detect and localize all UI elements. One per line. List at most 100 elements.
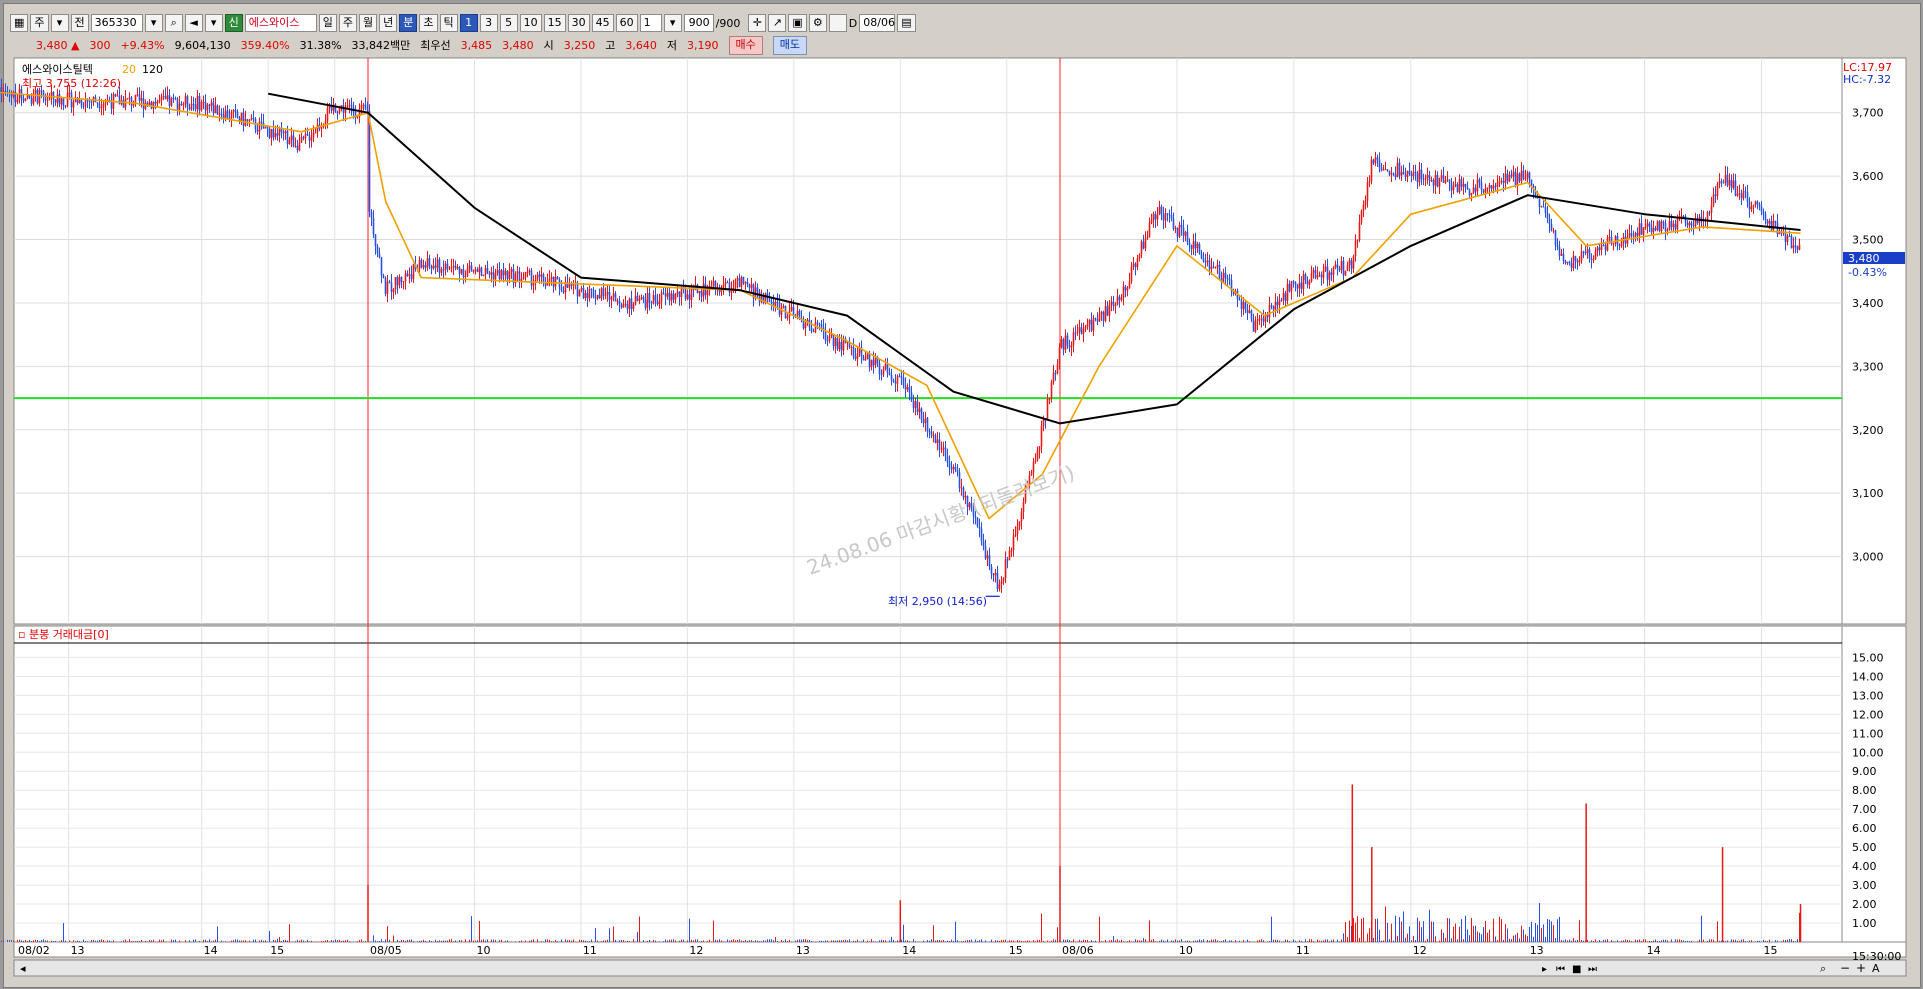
candle-body	[594, 297, 597, 299]
candle-body	[158, 100, 161, 102]
candle-body	[476, 269, 479, 273]
candle-body	[600, 288, 603, 299]
candle-body	[182, 104, 185, 106]
candle-body	[1728, 179, 1731, 186]
candle-body	[1120, 297, 1123, 301]
volume-tick-label: 2.00	[1852, 898, 1877, 911]
scrollbar[interactable]	[13, 959, 1907, 977]
candle-body	[1726, 174, 1729, 186]
candle-body	[1176, 227, 1179, 237]
candle-body	[1308, 281, 1311, 285]
candle-body	[1768, 221, 1771, 224]
candle-body	[1688, 222, 1691, 226]
zoom-in-icon[interactable]: +	[1856, 961, 1866, 975]
candle-body	[1484, 188, 1487, 193]
candle-body	[618, 300, 621, 304]
candle-body	[1790, 236, 1793, 249]
candle-body	[598, 294, 601, 299]
scroll-left-icon[interactable]: ◂	[20, 962, 26, 975]
candle-body	[1456, 184, 1459, 192]
candle-body	[988, 555, 991, 567]
candle-body	[1766, 220, 1769, 224]
candle-body	[1090, 319, 1093, 331]
candle-body	[686, 294, 689, 299]
candle-body	[1590, 258, 1593, 260]
candle-body	[1476, 179, 1479, 192]
candle-body	[948, 462, 951, 468]
forward-icon[interactable]: ⏭	[1588, 964, 1597, 975]
candle-body	[1346, 264, 1349, 271]
candle-body	[288, 140, 291, 145]
candle-body	[540, 274, 543, 277]
candle-body	[912, 400, 915, 408]
candle-body	[1364, 200, 1367, 205]
candle-body	[856, 353, 859, 359]
candle-body	[210, 102, 213, 106]
candle-body	[1692, 225, 1695, 227]
candle-body	[1250, 310, 1253, 320]
volume-tick-label: 4.00	[1852, 860, 1877, 873]
candle-body	[1514, 171, 1517, 187]
candle-body	[726, 282, 729, 284]
candle-body	[1302, 274, 1305, 289]
candle-body	[70, 92, 73, 108]
candle-body	[1444, 180, 1447, 183]
candle-body	[152, 101, 155, 109]
candle-body	[1646, 223, 1649, 227]
candle-body	[1794, 245, 1797, 247]
candle-body	[188, 107, 191, 110]
zoom-search-icon[interactable]: ⌕	[1820, 962, 1826, 975]
zoom-out-icon[interactable]: −	[1840, 961, 1850, 975]
candle-body	[1122, 286, 1125, 298]
chart-area[interactable]: ◂ ▸ ⏮ ■ ⏭ ⌕ − + A 3,700 3,600 3,500 3,400 3,…	[0, 0, 1923, 989]
auto-scale-icon[interactable]: A	[1872, 962, 1880, 975]
candle-body	[1520, 170, 1523, 182]
candle-body	[938, 439, 941, 450]
candle-body	[1588, 249, 1591, 259]
candle-body	[910, 392, 913, 401]
candle-body	[1524, 177, 1527, 179]
candle-body	[80, 99, 83, 106]
candle-body	[482, 274, 485, 276]
candle-body	[892, 379, 895, 382]
candle-body	[1620, 241, 1623, 246]
candle-body	[1748, 201, 1751, 210]
candle-body	[474, 269, 477, 271]
candle-body	[1360, 210, 1363, 223]
stop-icon[interactable]: ■	[1572, 964, 1581, 975]
scroll-right-icon[interactable]: ▸	[1542, 964, 1547, 975]
candle-body	[218, 113, 221, 115]
candle-body	[1376, 157, 1379, 160]
candle-body	[1296, 284, 1299, 289]
candle-body	[1466, 187, 1469, 190]
candle-body	[1004, 559, 1007, 579]
candle-body	[1258, 319, 1261, 321]
candle-body	[278, 128, 281, 136]
candle-body	[282, 132, 285, 134]
candle-body	[1676, 217, 1679, 230]
candle-body	[1654, 228, 1657, 231]
candle-body	[1142, 241, 1145, 249]
rewind-icon[interactable]: ⏮	[1556, 964, 1565, 975]
candle-body	[458, 267, 461, 274]
candle-body	[1718, 181, 1721, 185]
candle-body	[770, 301, 773, 303]
candle-body	[1152, 213, 1155, 221]
candle-body	[588, 288, 591, 299]
candle-body	[916, 401, 919, 413]
candle-body	[1402, 172, 1405, 175]
candle-body	[1342, 261, 1345, 276]
candle-body	[1538, 198, 1541, 208]
volume-tick-label: 8.00	[1852, 784, 1877, 797]
candle-body	[1108, 304, 1111, 316]
price-tick-label: 3,700	[1852, 107, 1884, 120]
candle-body	[110, 101, 113, 109]
candle-body	[1104, 306, 1107, 321]
volume-tick-label: 3.00	[1852, 879, 1877, 892]
candle-body	[1642, 227, 1645, 235]
candle-body	[1006, 559, 1009, 561]
candle-body	[998, 584, 1001, 589]
candle-body	[1168, 214, 1171, 216]
candle-body	[1380, 167, 1383, 171]
candle-body	[1530, 179, 1533, 186]
